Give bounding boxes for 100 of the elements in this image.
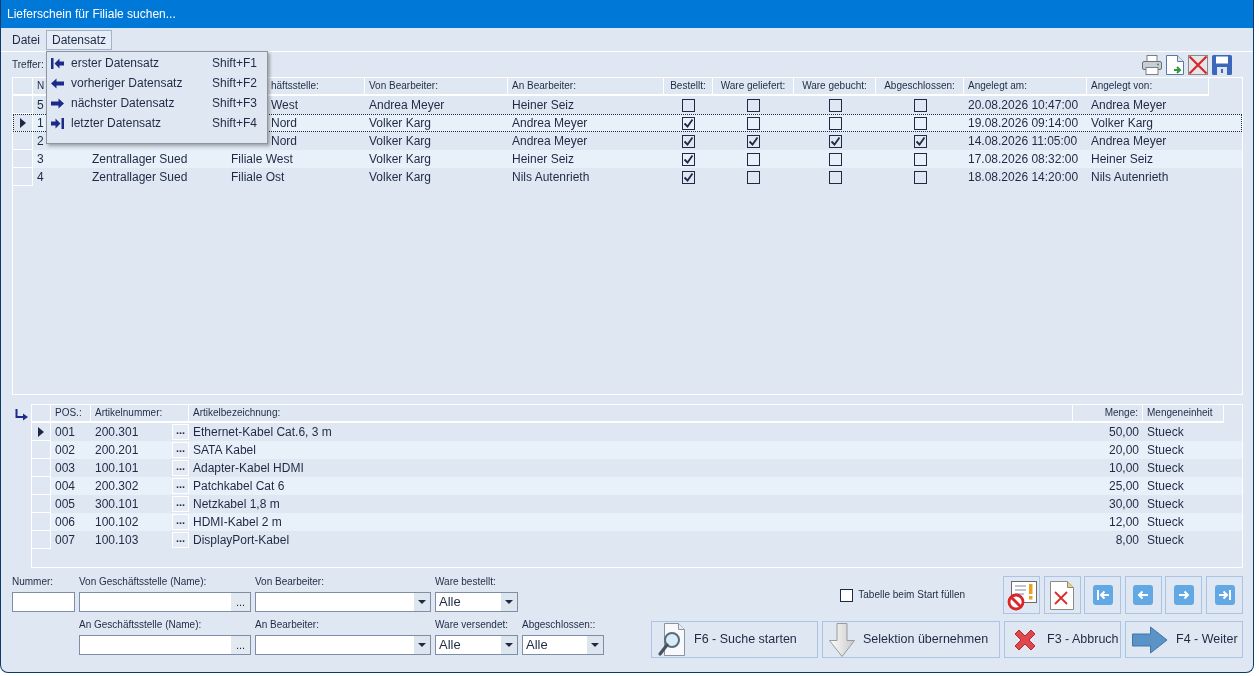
unit-label: Stueck: [1147, 478, 1184, 495]
checkbox[interactable]: [682, 134, 695, 148]
checkbox[interactable]: [747, 116, 760, 130]
cancel-button[interactable]: F3 - Abbruch: [1004, 621, 1121, 658]
caret-icon: [505, 643, 513, 647]
checkbox[interactable]: [828, 170, 842, 184]
lookup-button[interactable]: ...: [172, 532, 189, 548]
checkbox[interactable]: [828, 98, 842, 112]
lookup-button[interactable]: ...: [172, 496, 189, 512]
table-row[interactable]: 3 Zentrallager Sued Filiale West Volker Karg Heiner Seiz 17.08.2026 08:32:00 Heiner Seiz: [13, 150, 1242, 168]
checkbox[interactable]: [840, 588, 854, 602]
search-button[interactable]: F6 - Suche starten: [651, 621, 818, 658]
article-name: Netzkabel 1,8 m: [193, 496, 280, 513]
branch-field[interactable]: ...: [79, 635, 251, 655]
branch-name: Filiale Ost: [231, 169, 285, 186]
lookup-button[interactable]: ...: [231, 593, 250, 611]
checkbox[interactable]: [682, 116, 695, 130]
editor-name: Nils Autenrieth: [512, 169, 590, 186]
field-label: Von Geschäftsstelle (Name):: [79, 576, 208, 588]
lookup-button[interactable]: ...: [172, 460, 189, 476]
bar-left-arrow-icon: [51, 58, 64, 69]
right-arrow-icon: [1132, 625, 1168, 654]
table-row[interactable]: 002 200.201 ... SATA Kabel 20,00 Stueck: [32, 441, 1242, 459]
document-icon[interactable]: [1166, 54, 1184, 75]
row-pointer-icon: [38, 426, 44, 437]
checkbox[interactable]: [913, 152, 927, 166]
checkbox[interactable]: [828, 134, 842, 148]
field-label: Ware bestellt:: [435, 576, 497, 588]
article-name: Patchkabel Cat 6: [193, 478, 285, 495]
editor-combo[interactable]: [255, 592, 431, 612]
delete-button[interactable]: [1043, 576, 1081, 614]
checkbox[interactable]: [913, 134, 927, 148]
article-name: Adapter-Kabel HDMI: [193, 460, 304, 477]
reset-button[interactable]: [1003, 576, 1041, 614]
editor-name: Nils Autenrieth: [1091, 169, 1169, 186]
article-number: 200.201: [95, 442, 139, 459]
row-selector[interactable]: [32, 423, 51, 441]
field-label: An Geschäftsstelle (Name):: [79, 619, 203, 631]
editor-name: Heiner Seiz: [512, 97, 575, 114]
article-number: 200.302: [95, 478, 139, 495]
position-number: 007: [55, 532, 76, 549]
last-record-button[interactable]: [1206, 576, 1243, 614]
checkbox-label: Tabelle beim Start füllen: [858, 589, 966, 601]
status-select[interactable]: Alle: [522, 635, 604, 655]
menu-item[interactable]: letzter Datensatz Shift+F4: [47, 113, 267, 134]
article-name: Ethernet-Kabel Cat.6, 3 m: [193, 424, 332, 441]
article-name: HDMI-Kabel 2 m: [193, 514, 282, 531]
row-number: 3: [37, 151, 44, 168]
field-label: Nummer:: [12, 576, 55, 588]
editor-name: Andrea Meyer: [1091, 97, 1167, 114]
field-label: Abgeschlossen::: [522, 619, 597, 631]
checkbox[interactable]: [747, 170, 760, 184]
branch-field[interactable]: ...: [79, 592, 251, 612]
status-select[interactable]: Alle: [435, 635, 518, 655]
checkbox[interactable]: [682, 152, 695, 166]
editor-combo[interactable]: [255, 635, 431, 655]
row-number: 2: [37, 133, 44, 150]
editor-name: Volker Karg: [369, 151, 432, 168]
checkbox[interactable]: [682, 98, 695, 112]
article-number: 100.102: [95, 514, 139, 531]
checkbox[interactable]: [682, 170, 695, 184]
checkbox[interactable]: [747, 98, 760, 112]
first-record-button[interactable]: [1084, 576, 1122, 614]
menu-item[interactable]: erster Datensatz Shift+F1: [47, 53, 267, 74]
position-number: 006: [55, 514, 76, 531]
checkbox[interactable]: [828, 116, 842, 130]
checkbox[interactable]: [828, 152, 842, 166]
checkbox[interactable]: [747, 152, 760, 166]
caret-icon: [418, 643, 426, 647]
next-button[interactable]: F4 - Weiter: [1125, 621, 1243, 658]
checkbox[interactable]: [913, 98, 927, 112]
menu-title[interactable]: Datei: [6, 29, 46, 50]
field-label: An Bearbeiter:: [255, 619, 320, 631]
lookup-button[interactable]: ...: [172, 442, 189, 458]
article-number: 200.301: [95, 424, 139, 441]
lookup-button[interactable]: ...: [172, 424, 189, 440]
branch-name: Zentrallager Sued: [92, 151, 188, 168]
checkbox[interactable]: [913, 170, 927, 184]
row-selector[interactable]: [13, 114, 33, 132]
menu-item[interactable]: nächster Datensatz Shift+F3: [47, 93, 267, 114]
left-arrow-icon: [51, 78, 64, 89]
shortcut-text: Shift+F1: [212, 56, 258, 71]
lookup-button[interactable]: ...: [172, 478, 189, 494]
table-row[interactable]: 006 100.102 ... HDMI-Kabel 2 m 12,00 Stueck: [32, 513, 1242, 531]
lookup-button[interactable]: ...: [172, 514, 189, 530]
apply-selection-button[interactable]: Selektion übernehmen: [822, 621, 1000, 658]
document-cross-icon: [1050, 580, 1075, 610]
checkbox[interactable]: [747, 134, 760, 148]
table-row[interactable]: 004 200.302 ... Patchkabel Cat 6 25,00 Stueck: [32, 477, 1242, 495]
number-field[interactable]: [12, 592, 75, 612]
menu-title[interactable]: Datensatz: [46, 29, 113, 50]
column-header[interactable]: N: [37, 80, 45, 91]
save-icon[interactable]: [1212, 54, 1232, 75]
status-select[interactable]: Alle: [435, 592, 518, 612]
right-arrow-icon: [51, 98, 64, 109]
position-number: 004: [55, 478, 76, 495]
lookup-button[interactable]: ...: [231, 636, 250, 654]
printer-icon[interactable]: [1142, 54, 1162, 75]
checkbox[interactable]: [913, 116, 927, 130]
cross-icon[interactable]: [1188, 54, 1208, 75]
